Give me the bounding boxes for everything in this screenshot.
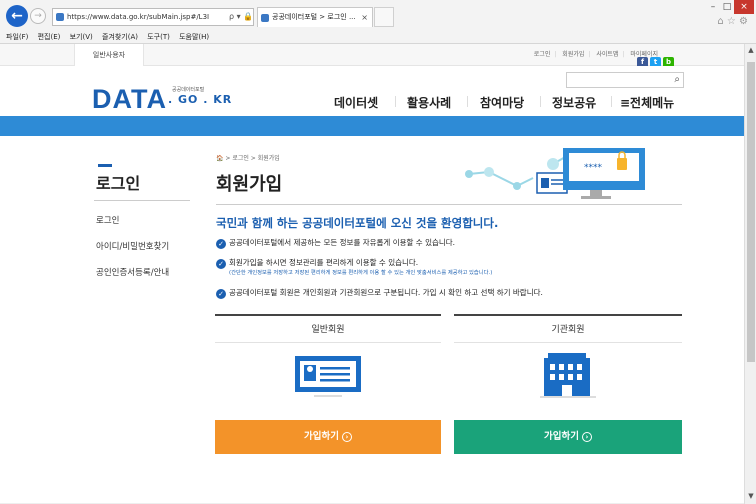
close-window-button[interactable]: × (734, 0, 754, 14)
institution-member-label: 기관회원 (551, 325, 585, 335)
menu-file[interactable]: 파일(F) (6, 33, 28, 41)
divider (216, 204, 682, 205)
site-favicon-icon (56, 13, 64, 21)
menu-favorites[interactable]: 즐겨찾기(A) (102, 33, 138, 41)
back-icon[interactable]: ← (6, 5, 28, 27)
signup-illustration-icon: **** (465, 148, 645, 199)
menu-tools[interactable]: 도구(T) (147, 33, 170, 41)
gnb-dataset[interactable]: 데이터셋 (334, 94, 378, 111)
card-divider (454, 314, 682, 316)
forward-icon[interactable]: → (30, 8, 46, 24)
password-mask: **** (584, 163, 603, 173)
tab-close-icon[interactable]: × (361, 8, 368, 27)
gnb-participate[interactable]: 참여마당 (480, 94, 524, 111)
join-button-label: 가입하기 (544, 431, 579, 442)
divider (94, 200, 190, 201)
id-card-icon (295, 356, 361, 397)
accent-bar (0, 116, 744, 136)
sitemap-link[interactable]: 사이트맵 (596, 51, 618, 58)
tab-title: 공공데이터포털 > 로그인 ... (272, 13, 356, 21)
menu-bar: 파일(F) 편집(E) 보기(V) 즐겨찾기(A) 도구(T) 도움말(H) (0, 30, 756, 44)
utility-bar: 일반사용자 로그인 | 회원가입 | 사이트맵 | 마이페이지 ftb (0, 44, 744, 68)
arrow-right-icon: › (341, 432, 352, 442)
check-icon: ✓ (216, 259, 226, 269)
toolbar-icons[interactable]: ⌂ ☆ ⚙ (717, 16, 748, 27)
info-item-3: ✓ 공공데이터포털 회원은 개인회원과 기관회원으로 구분됩니다. 가입 시 확인… (216, 287, 543, 299)
lnb-item-certificate[interactable]: 공인인증서등록/안내 (96, 266, 169, 278)
arrow-right-icon: › (581, 432, 592, 442)
search-input[interactable]: ⌕ (566, 72, 684, 88)
logo-subtitle: 공공데이터포털 (172, 87, 205, 93)
signup-link[interactable]: 회원가입 (562, 51, 584, 58)
address-bar[interactable]: https://www.data.go.kr/subMain.jsp#/L3I … (52, 8, 254, 26)
lnb-accent (98, 164, 112, 167)
info-note: (간단한 개인정보를 저장하고 저장된 편리하게 정보를 편리하게 이용 할 수… (229, 270, 493, 276)
menu-edit[interactable]: 편집(E) (38, 33, 61, 41)
browser-chrome: ← → https://www.data.go.kr/subMain.jsp#/… (0, 0, 756, 44)
general-member-join-button[interactable]: 가입하기 › (215, 420, 441, 454)
welcome-message: 국민과 함께 하는 공공데이터포털에 오신 것을 환영합니다. (216, 216, 499, 230)
vertical-scrollbar[interactable]: ▲ ▼ (744, 44, 756, 504)
check-icon: ✓ (216, 239, 226, 249)
new-tab-button[interactable] (374, 7, 394, 27)
divider (454, 342, 682, 343)
institution-member-join-button[interactable]: 가입하기 › (454, 420, 682, 454)
breadcrumb: 🏠 > 로그인 > 회원가입 (216, 155, 280, 162)
tab-favicon-icon (261, 14, 269, 22)
login-link[interactable]: 로그인 (534, 51, 551, 58)
general-member-label: 일반회원 (311, 325, 345, 335)
menu-view[interactable]: 보기(V) (70, 33, 93, 41)
address-tools-icon[interactable]: ρ ▾ 🔒 C (229, 9, 253, 25)
lnb-item-find-account[interactable]: 아이디/비밀번호찾기 (96, 240, 169, 252)
address-text: https://www.data.go.kr/subMain.jsp#/L3I (67, 13, 210, 21)
page-title: 회원가입 (216, 174, 283, 195)
site-logo[interactable]: DATA (92, 84, 167, 115)
scroll-thumb[interactable] (747, 62, 755, 362)
logo-domain: . GO . KR (168, 93, 233, 106)
check-icon: ✓ (216, 289, 226, 299)
browser-tab[interactable]: 공공데이터포털 > 로그인 ... × (257, 7, 373, 27)
menu-help[interactable]: 도움말(H) (179, 33, 209, 41)
lnb-item-login[interactable]: 로그인 (96, 214, 119, 226)
scroll-down-icon[interactable]: ▼ (745, 490, 756, 502)
minimize-button[interactable]: – (706, 0, 720, 14)
info-text: 회원가입을 하시면 정보관리를 편리하게 이용할 수 있습니다. (229, 258, 419, 267)
info-item-1: ✓ 공공데이터포털에서 제공하는 모든 정보를 자유롭게 이용할 수 있습니다. (216, 237, 455, 249)
gnb-info[interactable]: 정보공유 (552, 94, 596, 111)
info-text: 공공데이터포털에서 제공하는 모든 정보를 자유롭게 이용할 수 있습니다. (229, 238, 456, 247)
maximize-button[interactable]: □ (720, 0, 734, 14)
building-icon (540, 353, 596, 398)
lnb-title: 로그인 (96, 174, 141, 193)
gnb-cases[interactable]: 활용사례 (407, 94, 451, 111)
info-text: 공공데이터포털 회원은 개인회원과 기관회원으로 구분됩니다. 가입 시 확인 … (229, 288, 543, 297)
join-button-label: 가입하기 (304, 431, 339, 442)
gnb-all-menu[interactable]: ≡전체메뉴 (620, 94, 674, 111)
divider (215, 342, 441, 343)
scroll-up-icon[interactable]: ▲ (745, 44, 756, 56)
card-divider (215, 314, 441, 316)
general-user-tab[interactable]: 일반사용자 (74, 44, 144, 66)
search-icon[interactable]: ⌕ (674, 74, 680, 85)
